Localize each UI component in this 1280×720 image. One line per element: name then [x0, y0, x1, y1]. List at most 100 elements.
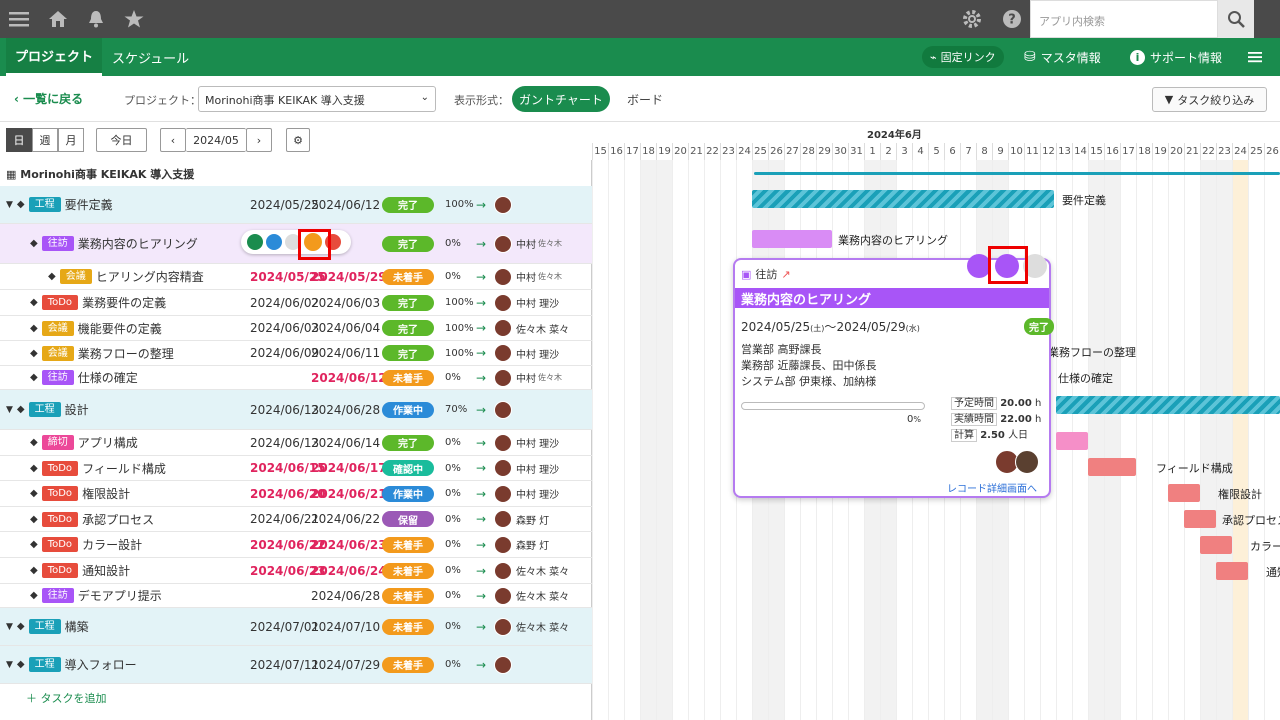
table-row[interactable]: ◆ 往訪 デモアプリ提示 2024/06/28 未着手 0% → 佐々木 菜々: [0, 584, 592, 608]
table-row[interactable]: ▼ ◆ 工程 導入フォロー 2024/07/11 2024/07/29 未着手 …: [0, 646, 592, 684]
task-type-icon: ◆: [16, 199, 25, 210]
end-date: 2024/06/14: [311, 435, 381, 450]
status-badge[interactable]: 作業中: [382, 401, 434, 418]
week-view-button[interactable]: 週: [32, 128, 58, 152]
status-badge[interactable]: 未着手: [382, 618, 434, 635]
search-button[interactable]: [1218, 0, 1254, 38]
table-row[interactable]: ◆ 会議 ヒアリング内容精査 2024/05/25 2024/05/29 未着手…: [0, 264, 592, 290]
board-view-button[interactable]: ボード: [627, 91, 663, 108]
status-badge[interactable]: 未着手: [382, 268, 434, 285]
expand-icon[interactable]: ▼: [6, 660, 13, 670]
gantt-view-button[interactable]: ガントチャート: [512, 86, 610, 112]
status-badge[interactable]: 完了: [382, 320, 434, 336]
gantt-label-perm: 権限設計: [1218, 488, 1262, 501]
task-title[interactable]: 設計: [65, 401, 89, 418]
menu-icon[interactable]: [6, 0, 32, 38]
task-title[interactable]: 構築: [65, 618, 89, 635]
day-header: 9: [992, 143, 1008, 160]
status-badge[interactable]: 未着手: [382, 587, 434, 604]
project-select[interactable]: Morinohi商事 KEIKAK 導入支援 ⌄: [198, 86, 436, 112]
status-badge[interactable]: 完了: [382, 345, 434, 361]
task-title[interactable]: 業務要件の定義: [82, 294, 166, 311]
day-view-button[interactable]: 日: [6, 128, 32, 152]
status-badge[interactable]: 未着手: [382, 656, 434, 673]
day-header: 3: [896, 143, 912, 160]
day-header: 26: [768, 143, 784, 160]
back-link[interactable]: ‹ 一覧に戻る: [14, 90, 83, 107]
status-badge[interactable]: 完了: [382, 434, 434, 451]
table-row[interactable]: ◆ 会議 業務フローの整理 2024/06/09 2024/06/11 完了 1…: [0, 341, 592, 366]
status-badge[interactable]: 確認中: [382, 460, 434, 476]
table-row[interactable]: ◆ ToDo カラー設計 2024/06/22 2024/06/23 未着手 0…: [0, 532, 592, 558]
gantt-bar-field[interactable]: [1088, 458, 1136, 476]
task-title[interactable]: カラー設計: [82, 536, 142, 553]
prev-month-button[interactable]: ‹: [160, 128, 186, 152]
task-filter-button[interactable]: ▼ タスク絞り込み: [1152, 87, 1267, 112]
status-badge[interactable]: 完了: [382, 196, 434, 213]
add-task-link[interactable]: ＋ タスクを追加: [26, 690, 107, 706]
gantt-bar-notify[interactable]: [1216, 562, 1248, 580]
table-row[interactable]: ◆ 会議 機能要件の定義 2024/06/03 2024/06/04 完了 10…: [0, 316, 592, 341]
table-row[interactable]: ◆ ToDo 業務要件の定義 2024/06/02 2024/06/03 完了 …: [0, 290, 592, 316]
search-input[interactable]: アプリ内検索: [1030, 0, 1218, 38]
task-title[interactable]: 業務フローの整理: [78, 345, 174, 362]
table-row[interactable]: ◆ 締切 アプリ構成 2024/06/13 2024/06/14 完了 0% →…: [0, 430, 592, 456]
table-row[interactable]: ◆ ToDo 権限設計 2024/06/20 2024/06/21 作業中 0%…: [0, 481, 592, 507]
move-icon[interactable]: [266, 234, 282, 250]
status-badge[interactable]: 完了: [382, 294, 434, 311]
task-title[interactable]: デモアプリ提示: [78, 587, 162, 604]
hamburger-icon[interactable]: [1248, 38, 1262, 76]
today-button[interactable]: 今日: [96, 128, 147, 152]
tab-schedule[interactable]: スケジュール: [104, 38, 197, 76]
month-view-button[interactable]: 月: [58, 128, 84, 152]
help-icon[interactable]: ?: [1000, 0, 1024, 38]
home-icon[interactable]: [46, 0, 70, 38]
table-row[interactable]: ◆ ToDo 承認プロセス 2024/06/21 2024/06/22 保留 0…: [0, 507, 592, 532]
gantt-bar-color[interactable]: [1200, 536, 1232, 554]
status-badge[interactable]: 保留: [382, 511, 434, 527]
gantt-bar-hearing[interactable]: [752, 230, 832, 248]
expand-icon[interactable]: ▼: [6, 622, 13, 632]
settings-button[interactable]: ⚙: [286, 128, 310, 152]
fixed-link-button[interactable]: ⌁ 固定リンク: [922, 46, 1004, 68]
expand-icon[interactable]: ▼: [6, 200, 13, 210]
master-info-link[interactable]: ⛁ マスタ情報: [1024, 38, 1101, 76]
support-info-link[interactable]: i サポート情報: [1130, 38, 1222, 76]
task-title[interactable]: アプリ構成: [78, 434, 138, 451]
project-span-bar[interactable]: [754, 172, 1280, 175]
table-row[interactable]: ◆ 往訪 仕様の確定 2024/06/12 未着手 0% → 中村 佐々木: [0, 366, 592, 390]
gantt-bar-approve[interactable]: [1184, 510, 1216, 528]
task-title[interactable]: 機能要件の定義: [78, 320, 162, 337]
table-row[interactable]: ▼ ◆ 工程 設計 2024/06/13 2024/06/28 作業中 70% …: [0, 390, 592, 430]
task-title[interactable]: 業務内容のヒアリング: [78, 235, 198, 252]
star-icon[interactable]: [122, 0, 146, 38]
task-title[interactable]: 承認プロセス: [82, 511, 154, 528]
gear-icon[interactable]: [960, 0, 984, 38]
gantt-bar-requirements[interactable]: [752, 190, 1054, 208]
status-badge[interactable]: 完了: [382, 235, 434, 252]
task-title[interactable]: 通知設計: [82, 562, 130, 579]
bell-icon[interactable]: [84, 0, 108, 38]
record-detail-link[interactable]: レコード詳細画面へ: [947, 480, 1037, 495]
task-title[interactable]: 要件定義: [65, 196, 113, 213]
next-month-button[interactable]: ›: [246, 128, 272, 152]
expand-icon[interactable]: ▼: [6, 405, 13, 415]
task-title[interactable]: 仕様の確定: [78, 369, 138, 386]
edit-icon[interactable]: [247, 234, 263, 250]
status-badge[interactable]: 未着手: [382, 369, 434, 386]
task-title[interactable]: 権限設計: [82, 485, 130, 502]
gantt-bar-design[interactable]: [1056, 396, 1280, 414]
status-badge[interactable]: 作業中: [382, 485, 434, 502]
task-title[interactable]: 導入フォロー: [65, 656, 137, 673]
table-row[interactable]: ◆ ToDo フィールド構成 2024/06/15 2024/06/17 確認中…: [0, 456, 592, 481]
table-row[interactable]: ▼ ◆ 工程 要件定義 2024/05/25 2024/06/12 完了 100…: [0, 186, 592, 224]
gantt-bar-app[interactable]: [1056, 432, 1088, 450]
table-row[interactable]: ▼ ◆ 工程 構築 2024/07/01 2024/07/10 未着手 0% →…: [0, 608, 592, 646]
task-title[interactable]: フィールド構成: [82, 460, 166, 477]
task-title[interactable]: ヒアリング内容精査: [96, 268, 204, 285]
tab-project[interactable]: プロジェクト: [6, 38, 102, 76]
status-badge[interactable]: 未着手: [382, 562, 434, 579]
gantt-bar-perm[interactable]: [1168, 484, 1200, 502]
status-badge[interactable]: 未着手: [382, 536, 434, 553]
table-row[interactable]: ◆ ToDo 通知設計 2024/06/23 2024/06/24 未着手 0%…: [0, 558, 592, 584]
